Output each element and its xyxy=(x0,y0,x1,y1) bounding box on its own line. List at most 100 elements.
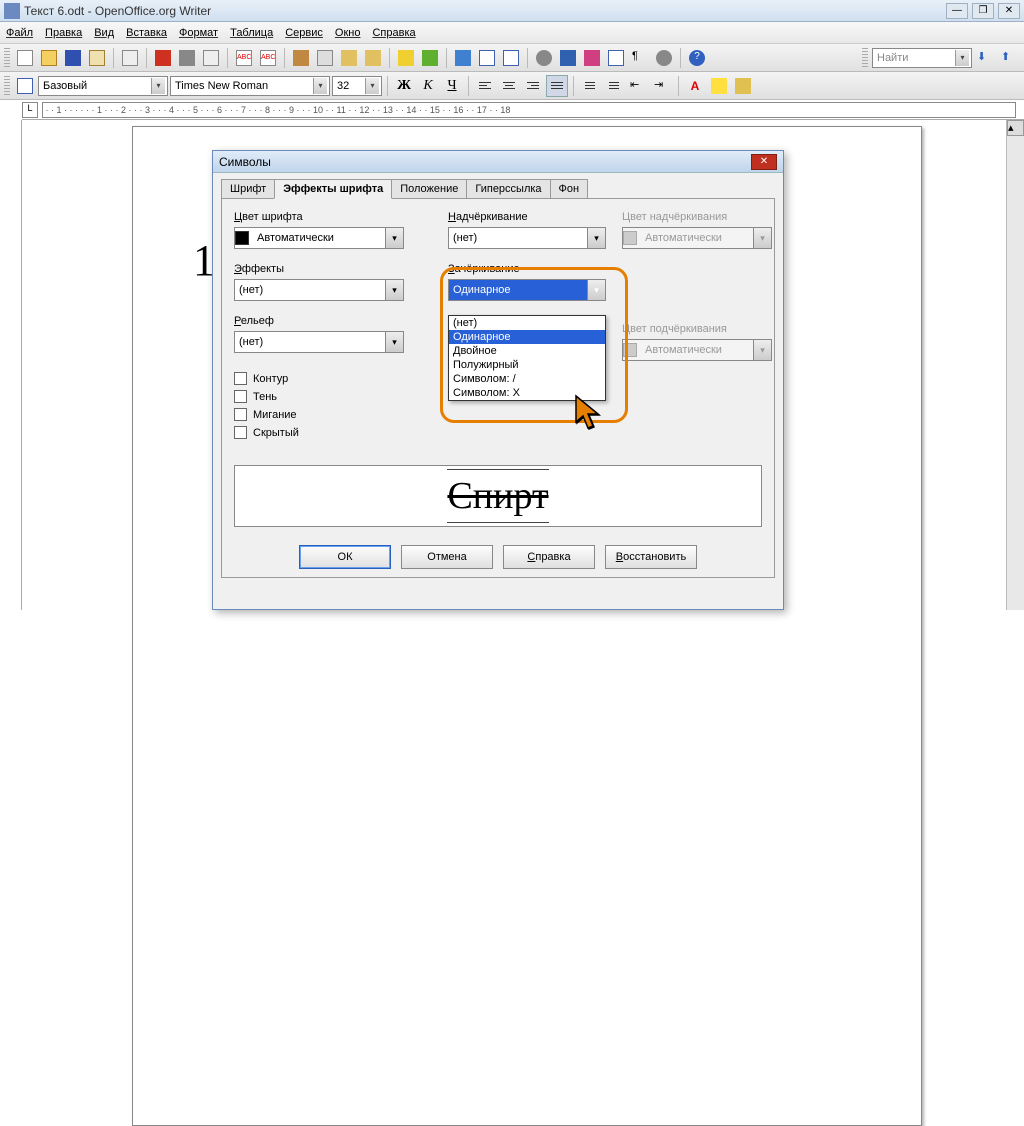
bullets-button[interactable] xyxy=(603,75,625,97)
shadow-checkbox[interactable]: Тень xyxy=(234,390,424,403)
strike-dropdown-list[interactable]: (нет) Одинарное Двойное Полужирный Симво… xyxy=(448,315,606,401)
menu-format[interactable]: Формат xyxy=(179,27,218,39)
print-button[interactable] xyxy=(176,47,198,69)
size-combo[interactable]: 32 xyxy=(332,76,382,96)
dropdown-icon[interactable] xyxy=(385,332,403,352)
strike-option-none[interactable]: (нет) xyxy=(449,316,605,330)
menu-edit[interactable]: Правка xyxy=(45,27,82,39)
style-combo[interactable]: Базовый xyxy=(38,76,168,96)
styles-button[interactable] xyxy=(14,75,36,97)
copy-button[interactable] xyxy=(314,47,336,69)
new-button[interactable] xyxy=(14,47,36,69)
format-paint-button[interactable] xyxy=(362,47,384,69)
spellcheck-button[interactable]: ABC xyxy=(233,47,255,69)
align-left-button[interactable] xyxy=(474,75,496,97)
show-draw-button[interactable] xyxy=(500,47,522,69)
horizontal-ruler[interactable]: L · · 1 · · · · · · 1 · · · 2 · · · 3 · … xyxy=(22,100,1024,120)
find-dropdown-icon[interactable] xyxy=(955,50,969,66)
find-prev-button[interactable]: ⬆ xyxy=(998,47,1020,69)
tab-font[interactable]: Шрифт xyxy=(221,179,275,198)
paste-button[interactable] xyxy=(338,47,360,69)
dropdown-icon[interactable] xyxy=(385,228,403,248)
edit-doc-button[interactable] xyxy=(119,47,141,69)
hyperlink-button[interactable] xyxy=(452,47,474,69)
strike-option-single[interactable]: Одинарное xyxy=(449,330,605,344)
gallery-button[interactable] xyxy=(581,47,603,69)
dialog-titlebar[interactable]: Символы ✕ xyxy=(213,151,783,173)
menu-file[interactable]: Файл xyxy=(6,27,33,39)
tab-type-icon[interactable]: L xyxy=(22,102,38,118)
size-dropdown-icon[interactable] xyxy=(365,78,379,94)
open-button[interactable] xyxy=(38,47,60,69)
overline-combo[interactable]: (нет) xyxy=(448,227,606,249)
menu-help[interactable]: Справка xyxy=(372,27,415,39)
table-button[interactable] xyxy=(476,47,498,69)
redo-button[interactable] xyxy=(419,47,441,69)
datasources-button[interactable] xyxy=(605,47,627,69)
find-combo[interactable]: Найти xyxy=(872,48,972,68)
menu-window[interactable]: Окно xyxy=(335,27,361,39)
bold-button[interactable]: Ж xyxy=(393,75,415,97)
font-combo[interactable]: Times New Roman xyxy=(170,76,330,96)
help-button[interactable]: ? xyxy=(686,47,708,69)
align-right-button[interactable] xyxy=(522,75,544,97)
undo-button[interactable] xyxy=(395,47,417,69)
dialog-close-button[interactable]: ✕ xyxy=(751,154,777,170)
find-button[interactable] xyxy=(533,47,555,69)
dropdown-icon[interactable] xyxy=(587,228,605,248)
tab-hyperlink[interactable]: Гиперссылка xyxy=(466,179,550,198)
strike-combo[interactable]: Одинарное xyxy=(448,279,606,301)
relief-combo[interactable]: (нет) xyxy=(234,331,404,353)
vertical-scrollbar[interactable]: ▴ xyxy=(1006,120,1024,610)
font-color-combo[interactable]: Автоматически xyxy=(234,227,404,249)
help-button[interactable]: Справка xyxy=(503,545,595,569)
save-button[interactable] xyxy=(62,47,84,69)
strike-option-x[interactable]: Символом: X xyxy=(449,386,605,400)
dropdown-icon[interactable] xyxy=(385,280,403,300)
ok-button[interactable]: ОК xyxy=(299,545,391,569)
hidden-checkbox[interactable]: Скрытый xyxy=(234,426,424,439)
toolbar-grip-3[interactable] xyxy=(4,76,10,96)
maximize-button[interactable]: ❐ xyxy=(972,3,994,19)
numbering-button[interactable] xyxy=(579,75,601,97)
nonprinting-button[interactable]: ¶ xyxy=(629,47,651,69)
strike-option-double[interactable]: Двойное xyxy=(449,344,605,358)
effects-combo[interactable]: (нет) xyxy=(234,279,404,301)
strike-option-bold[interactable]: Полужирный xyxy=(449,358,605,372)
vertical-ruler[interactable] xyxy=(0,120,22,610)
strike-option-slash[interactable]: Символом: / xyxy=(449,372,605,386)
pdf-button[interactable] xyxy=(152,47,174,69)
cut-button[interactable] xyxy=(290,47,312,69)
menu-tools[interactable]: Сервис xyxy=(285,27,323,39)
preview-button[interactable] xyxy=(200,47,222,69)
menu-table[interactable]: Таблица xyxy=(230,27,273,39)
tab-background[interactable]: Фон xyxy=(550,179,589,198)
style-dropdown-icon[interactable] xyxy=(151,78,165,94)
find-next-button[interactable]: ⬇ xyxy=(974,47,996,69)
menu-insert[interactable]: Вставка xyxy=(126,27,167,39)
scroll-up-button[interactable]: ▴ xyxy=(1007,120,1024,136)
bg-color-button[interactable] xyxy=(732,75,754,97)
indent-inc-button[interactable]: ⇥ xyxy=(651,75,673,97)
close-button[interactable]: ✕ xyxy=(998,3,1020,19)
align-justify-button[interactable] xyxy=(546,75,568,97)
autospell-button[interactable]: ABC xyxy=(257,47,279,69)
underline-button[interactable]: Ч xyxy=(441,75,463,97)
navigator-button[interactable] xyxy=(557,47,579,69)
mail-button[interactable] xyxy=(86,47,108,69)
indent-dec-button[interactable]: ⇤ xyxy=(627,75,649,97)
outline-checkbox[interactable]: Контур xyxy=(234,372,424,385)
cancel-button[interactable]: Отмена xyxy=(401,545,493,569)
zoom-button[interactable] xyxy=(653,47,675,69)
toolbar-grip-2[interactable] xyxy=(862,48,868,68)
highlight-button[interactable] xyxy=(708,75,730,97)
menu-view[interactable]: Вид xyxy=(94,27,114,39)
align-center-button[interactable] xyxy=(498,75,520,97)
toolbar-grip[interactable] xyxy=(4,48,10,68)
dropdown-icon[interactable] xyxy=(587,280,605,300)
font-dropdown-icon[interactable] xyxy=(313,78,327,94)
font-color-button[interactable]: A xyxy=(684,75,706,97)
minimize-button[interactable]: — xyxy=(946,3,968,19)
blink-checkbox[interactable]: Мигание xyxy=(234,408,424,421)
restore-button[interactable]: Восстановить xyxy=(605,545,697,569)
